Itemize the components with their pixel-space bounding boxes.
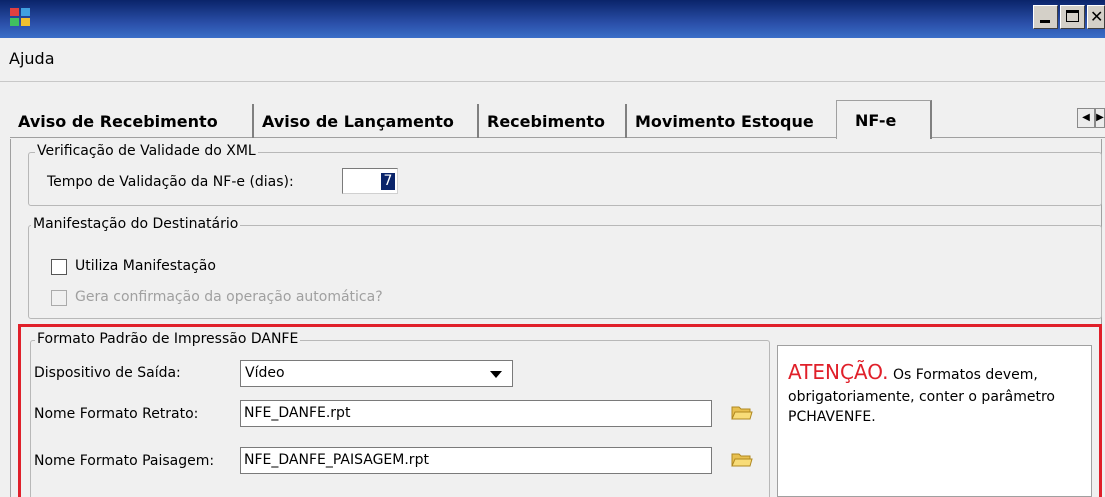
attention-note: ATENÇÃO. Os Formatos devem, obrigatoriam… — [777, 345, 1092, 497]
chevron-down-icon — [490, 371, 502, 378]
xml-validation-title: Verificação de Validade do XML — [35, 143, 258, 159]
maximize-icon — [1066, 10, 1079, 22]
output-device-label: Dispositivo de Saída: — [34, 365, 181, 381]
tab-strip: Aviso de Recebimento Aviso de Lançamento… — [10, 100, 1105, 139]
validation-days-label: Tempo de Validação da NF-e (dias): — [47, 174, 294, 190]
portrait-folder-button[interactable] — [731, 404, 753, 422]
xml-validation-group: Verificação de Validade do XML Tempo de … — [28, 143, 1102, 206]
validation-days-input[interactable]: 7 — [342, 168, 398, 194]
tab-movimento-estoque[interactable]: Movimento Estoque — [627, 104, 840, 138]
output-device-value: Vídeo — [245, 365, 285, 381]
tab-nfe[interactable]: NF-e — [836, 100, 932, 139]
attention-title: ATENÇÃO. — [788, 360, 889, 384]
tab-scroll-right-button[interactable]: ▶ — [1095, 108, 1105, 128]
landscape-format-label: Nome Formato Paisagem: — [34, 453, 215, 469]
tab-aviso-recebimento[interactable]: Aviso de Recebimento — [10, 104, 254, 138]
use-manifest-label[interactable]: Utiliza Manifestação — [75, 258, 216, 274]
use-manifest-checkbox[interactable] — [51, 259, 67, 275]
app-icon — [10, 8, 32, 28]
portrait-format-input[interactable]: NFE_DANFE.rpt — [240, 400, 712, 427]
minimize-icon — [1040, 20, 1050, 23]
menu-item-help[interactable]: Ajuda — [9, 49, 55, 68]
recipient-manifest-group: Manifestação do Destinatário Utiliza Man… — [28, 216, 1102, 319]
folder-icon — [731, 453, 753, 467]
output-device-select[interactable]: Vídeo — [240, 360, 513, 387]
auto-confirm-label: Gera confirmação da operação automática? — [75, 289, 383, 305]
danfe-format-title: Formato Padrão de Impressão DANFE — [35, 331, 301, 347]
close-button[interactable]: ✕ — [1087, 5, 1105, 29]
recipient-manifest-title: Manifestação do Destinatário — [31, 216, 241, 232]
minimize-button[interactable] — [1033, 5, 1058, 29]
folder-icon — [731, 406, 753, 420]
landscape-format-input[interactable]: NFE_DANFE_PAISAGEM.rpt — [240, 447, 712, 474]
tab-scroll-left-button[interactable]: ◀ — [1077, 108, 1095, 128]
validation-days-value: 7 — [381, 173, 395, 190]
tab-recebimento[interactable]: Recebimento — [479, 104, 627, 138]
landscape-folder-button[interactable] — [731, 451, 753, 469]
close-icon: ✕ — [1090, 7, 1104, 26]
main-content: Aviso de Recebimento Aviso de Lançamento… — [0, 82, 1105, 497]
tab-scroll-right-icon: ▶ — [1096, 112, 1104, 123]
title-bar: ✕ — [0, 0, 1105, 38]
menu-bar: Ajuda — [0, 38, 1105, 82]
portrait-format-label: Nome Formato Retrato: — [34, 406, 199, 422]
auto-confirm-checkbox — [51, 290, 67, 306]
tab-aviso-lancamento[interactable]: Aviso de Lançamento — [254, 104, 479, 138]
tab-scroll-left-icon: ◀ — [1082, 112, 1090, 123]
maximize-button[interactable] — [1060, 5, 1085, 29]
